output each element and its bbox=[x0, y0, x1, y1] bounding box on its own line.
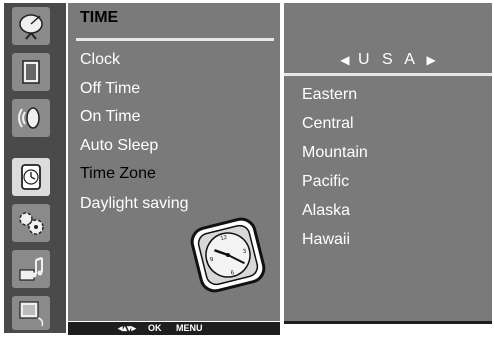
sidebar-item-setup[interactable] bbox=[12, 204, 50, 242]
menu-item-time-zone[interactable]: Time Zone bbox=[80, 165, 156, 183]
navigation-arrows-icon: ◂▴▾▸ bbox=[118, 323, 137, 333]
zone-option-hawaii[interactable]: Hawaii bbox=[302, 231, 350, 249]
country-selector[interactable]: ◀ U S A ▶ bbox=[284, 51, 492, 69]
menu-title: TIME bbox=[80, 9, 119, 26]
key-hint-bar: ◂▴▾▸ OK MENU bbox=[68, 322, 280, 335]
speaker-icon bbox=[18, 107, 40, 129]
zone-option-alaska[interactable]: Alaska bbox=[302, 202, 350, 220]
sidebar-item-pc[interactable] bbox=[12, 296, 50, 330]
gears-icon bbox=[19, 212, 44, 235]
time-zone-panel: ◀ U S A ▶ Eastern Central Mountain Pacif… bbox=[284, 3, 492, 321]
ok-hint: OK bbox=[148, 323, 162, 333]
music-notes-icon bbox=[19, 256, 43, 281]
menu-divider bbox=[76, 38, 274, 41]
screen-icon bbox=[22, 60, 40, 84]
zone-option-eastern[interactable]: Eastern bbox=[302, 86, 357, 104]
menu-item-auto-sleep[interactable]: Auto Sleep bbox=[80, 137, 158, 155]
menu-hint: MENU bbox=[176, 323, 203, 333]
panel-bottom-bar bbox=[284, 321, 492, 324]
right-arrow-icon[interactable]: ▶ bbox=[426, 53, 435, 67]
sidebar-item-music[interactable] bbox=[12, 250, 50, 288]
osd-window: TIME Clock Off Time On Time Auto Sleep T… bbox=[0, 0, 494, 338]
menu-item-daylight-saving[interactable]: Daylight saving bbox=[80, 195, 189, 213]
sidebar-item-sound[interactable] bbox=[12, 99, 50, 137]
left-arrow-icon[interactable]: ◀ bbox=[340, 53, 349, 67]
panel-divider bbox=[284, 73, 492, 76]
zone-option-central[interactable]: Central bbox=[302, 115, 354, 133]
menu-item-clock[interactable]: Clock bbox=[80, 51, 120, 69]
sidebar-item-station[interactable] bbox=[12, 7, 50, 45]
sidebar-item-time[interactable] bbox=[12, 158, 50, 196]
zone-option-mountain[interactable]: Mountain bbox=[302, 144, 368, 162]
pc-monitor-icon bbox=[19, 301, 44, 327]
clock-icon bbox=[21, 164, 41, 190]
menu-item-on-time[interactable]: On Time bbox=[80, 108, 140, 126]
country-label: U S A bbox=[357, 51, 419, 68]
time-menu-clock-illustration-icon: 12 3 6 9 bbox=[190, 217, 266, 293]
menu-item-off-time[interactable]: Off Time bbox=[80, 80, 140, 98]
sidebar bbox=[4, 3, 66, 333]
sidebar-item-picture[interactable] bbox=[12, 53, 50, 91]
satellite-dish-icon bbox=[19, 14, 43, 40]
zone-option-pacific[interactable]: Pacific bbox=[302, 173, 349, 191]
